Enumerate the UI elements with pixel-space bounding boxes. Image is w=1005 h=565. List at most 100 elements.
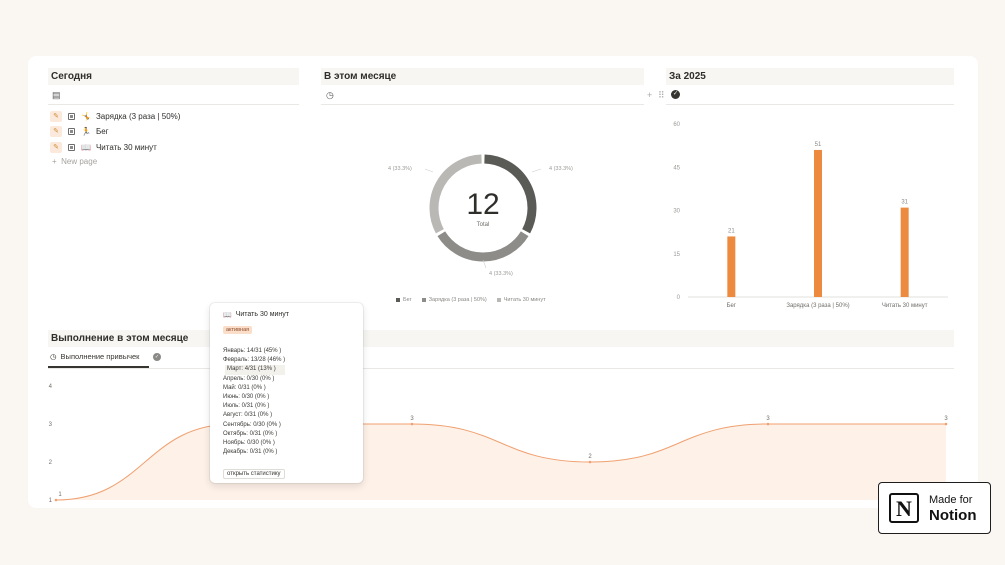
book-icon: 📖 xyxy=(81,142,91,152)
notion-logo-icon: N xyxy=(889,493,919,523)
legend-item[interactable]: Зарядка (3 раза | 50%) xyxy=(421,297,487,303)
checkbox[interactable] xyxy=(68,112,75,120)
data-label: 3 xyxy=(944,416,948,422)
checkbox[interactable] xyxy=(68,127,75,135)
progress-title: Выполнение в этом месяце xyxy=(48,330,954,347)
divider xyxy=(666,104,954,105)
legend-swatch xyxy=(421,297,426,302)
check-circle-icon[interactable]: ✓ xyxy=(153,353,161,361)
y-tick-label: 2 xyxy=(49,460,53,466)
add-icon[interactable]: + xyxy=(647,90,652,100)
hover-popup: 📖 Читать 30 минут активная Январь: 14/31… xyxy=(210,303,363,483)
legend-label: Бег xyxy=(403,297,412,303)
legend-item[interactable]: Бег xyxy=(396,297,412,303)
y-tick-label: 45 xyxy=(673,165,680,171)
tab-label: Выполнение привычек xyxy=(60,352,140,361)
legend-label: Читать 30 минут xyxy=(503,297,546,303)
slice-label: 4 (33.3%) xyxy=(489,271,513,277)
popup-title: Читать 30 минут xyxy=(235,311,289,318)
slice-label: 4 (33.3%) xyxy=(549,166,573,172)
legend-swatch xyxy=(496,297,501,302)
calendar-view-icon[interactable]: ▤ xyxy=(52,90,61,100)
month-stat: Апрель: 0/30 (0% ) xyxy=(223,375,275,382)
y-tick-label: 15 xyxy=(673,252,680,258)
year-title: За 2025 xyxy=(666,68,954,85)
month-stat: Февраль: 13/28 (46% ) xyxy=(223,357,286,364)
bar[interactable] xyxy=(900,207,909,297)
x-tick-label: Зарядка (3 раза | 50%) xyxy=(786,303,849,309)
month-stat: Июль: 0/31 (0% ) xyxy=(223,403,270,410)
month-stat: Декабрь: 0/31 (0% ) xyxy=(223,449,278,456)
data-label: 2 xyxy=(588,454,592,460)
y-tick-label: 60 xyxy=(673,122,680,128)
data-point[interactable] xyxy=(410,422,414,426)
pencil-icon[interactable]: ✎ xyxy=(50,125,62,137)
donut-slice[interactable] xyxy=(437,231,529,262)
legend-item[interactable]: Читать 30 минут xyxy=(496,297,546,303)
made-for-notion-badge: N Made for Notion xyxy=(878,482,991,534)
list-item-label: Зарядка (3 раза | 50%) xyxy=(95,111,181,121)
legend-swatch xyxy=(396,297,400,302)
y-tick-label: 4 xyxy=(49,384,53,390)
divider xyxy=(48,368,954,369)
checkbox[interactable] xyxy=(68,143,75,151)
x-tick-label: Читать 30 минут xyxy=(882,303,928,309)
exercise-icon: 🤸 xyxy=(81,111,91,121)
donut-total: 12 xyxy=(466,188,499,221)
bar-chart: 0 15 30 45 60 21 Бег 51 Зарядка (3 раза | 50%) 31… xyxy=(673,122,948,309)
new-page-label: New page xyxy=(61,157,98,166)
y-tick-label: 0 xyxy=(677,295,681,301)
new-page-button[interactable]: + New page xyxy=(52,157,97,166)
donut-legend: Бег Зарядка (3 раза | 50%) Читать 30 мин… xyxy=(396,297,546,303)
open-stats-button[interactable]: открыть статистику xyxy=(223,469,285,479)
chart-view-icon: ◷ xyxy=(50,352,57,361)
badge-line2: Notion xyxy=(929,507,977,524)
month-stat: Август: 0/31 (0% ) xyxy=(223,412,273,419)
y-tick-label: 3 xyxy=(49,422,53,428)
month-stat: Июнь: 0/30 (0% ) xyxy=(223,394,270,401)
month-stat: Март: 4/31 (13% ) xyxy=(225,365,286,375)
list-item[interactable]: ✎ 🏃 Бег xyxy=(50,124,109,138)
runner-icon: 🏃 xyxy=(81,126,91,136)
y-tick-label: 30 xyxy=(673,209,680,215)
pencil-icon[interactable]: ✎ xyxy=(50,141,62,153)
pencil-icon[interactable]: ✎ xyxy=(50,110,62,122)
data-point[interactable] xyxy=(766,422,770,426)
month-stat: Октябрь: 0/31 (0% ) xyxy=(223,430,278,437)
x-tick-label: Бег xyxy=(727,303,737,309)
month-title: В этом месяце xyxy=(321,68,644,85)
list-item[interactable]: ✎ 🤸 Зарядка (3 раза | 50%) xyxy=(50,109,180,123)
book-icon: 📖 xyxy=(223,312,232,319)
data-point[interactable] xyxy=(588,460,592,464)
month-stat: Май: 0/31 (0% ) xyxy=(223,384,266,391)
data-label: 3 xyxy=(410,416,414,422)
bar[interactable] xyxy=(727,236,736,297)
tab-habit-progress[interactable]: ◷ Выполнение привычек xyxy=(50,352,139,361)
bar[interactable] xyxy=(814,149,822,297)
slice-label: 4 (33.3%) xyxy=(388,166,412,172)
badge-line1: Made for xyxy=(929,494,973,506)
chart-view-icon[interactable]: ◷ xyxy=(326,90,334,100)
month-stat: Январь: 14/31 (45% ) xyxy=(223,348,282,354)
divider xyxy=(321,104,644,105)
legend-label: Зарядка (3 раза | 50%) xyxy=(428,297,487,303)
data-point[interactable] xyxy=(54,498,58,502)
today-title: Сегодня xyxy=(48,68,299,85)
donut-chart: 12 Total xyxy=(429,154,537,262)
y-tick-label: 1 xyxy=(49,498,53,504)
month-stat: Сентябрь: 0/30 (0% ) xyxy=(223,421,281,428)
status-badge: активная xyxy=(223,326,253,334)
drag-handle-icon[interactable]: ⠿ xyxy=(658,90,665,100)
list-item[interactable]: ✎ 📖 Читать 30 минут xyxy=(50,140,157,154)
donut-total-label: Total xyxy=(477,222,490,228)
area-chart: 1234133233 xyxy=(49,384,949,504)
area-fill xyxy=(56,424,946,500)
check-circle-icon[interactable]: ✓ xyxy=(671,90,680,99)
data-point[interactable] xyxy=(944,422,948,426)
data-label: 1 xyxy=(58,492,62,498)
list-item-label: Бег xyxy=(95,126,109,136)
list-item-label: Читать 30 минут xyxy=(95,142,157,152)
plus-icon: + xyxy=(52,157,57,166)
bar-value-label: 31 xyxy=(901,200,908,206)
month-stats: Январь: 14/31 (45% ) Февраль: 13/28 (46%… xyxy=(223,347,286,457)
